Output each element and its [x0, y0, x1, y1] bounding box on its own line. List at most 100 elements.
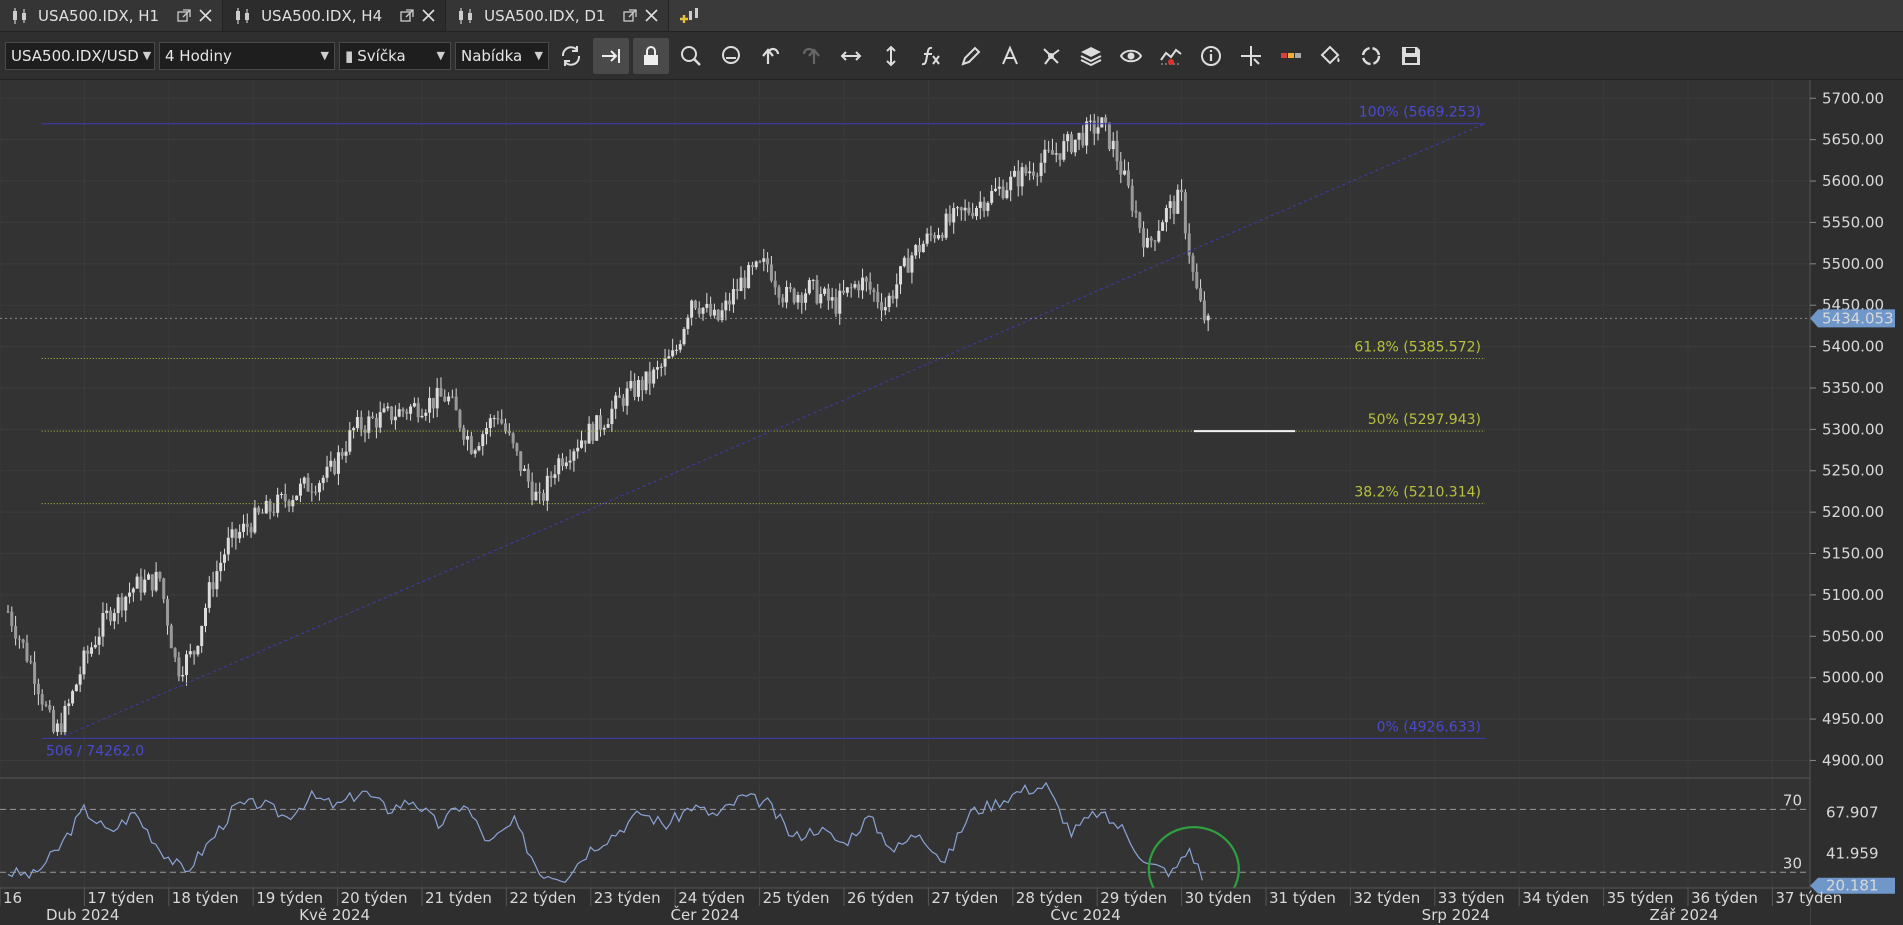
visibility-button[interactable]: [1113, 38, 1149, 74]
instrument-select[interactable]: USA500.IDX/USD ▼: [5, 41, 155, 70]
candle-body: [511, 433, 515, 444]
candle-body: [598, 415, 602, 430]
undo-button[interactable]: [753, 38, 789, 74]
candle-body: [1001, 186, 1005, 199]
chart-canvas[interactable]: 100% (5669.253) 61.8% (5385.572) 50% (5297…: [0, 80, 1903, 925]
candle-body: [974, 207, 978, 217]
alerts-button[interactable]: [1153, 38, 1189, 74]
add-chart-button[interactable]: [669, 0, 711, 31]
undock-icon[interactable]: [623, 8, 638, 23]
month-label: Zář 2024: [1650, 906, 1719, 924]
candle-body: [249, 527, 253, 533]
zoom-out-button[interactable]: [713, 38, 749, 74]
week-label: 22 týden: [509, 889, 576, 907]
price-side-select[interactable]: Nabídka ▼: [455, 41, 549, 70]
zoom-in-button[interactable]: [673, 38, 709, 74]
candle-body: [500, 419, 504, 424]
candle-body: [891, 295, 895, 299]
candle-body: [443, 396, 447, 402]
candle-body: [1024, 167, 1028, 174]
tab-usa500-h4[interactable]: USA500.IDX, H4: [223, 0, 447, 31]
candle-body: [918, 245, 922, 253]
undock-icon[interactable]: [177, 8, 191, 23]
close-icon[interactable]: [422, 9, 435, 22]
candle-body: [1183, 192, 1187, 234]
candle-body: [1172, 201, 1176, 214]
candle-body: [86, 650, 90, 654]
candle-body: [728, 300, 732, 305]
close-icon[interactable]: [645, 9, 659, 22]
trade-levels-button[interactable]: [1273, 38, 1309, 74]
current-price-label: 5434.053: [1822, 309, 1894, 327]
candle-body: [173, 648, 177, 658]
candle-body: [796, 294, 800, 303]
sync-button[interactable]: [1353, 38, 1389, 74]
candle-body: [921, 243, 925, 253]
candlestick-icon: [459, 7, 473, 24]
candle-body: [690, 300, 694, 318]
info-button[interactable]: [1193, 38, 1229, 74]
chart-area[interactable]: 100% (5669.253) 61.8% (5385.572) 50% (5297…: [0, 80, 1903, 925]
period-select[interactable]: 4 Hodiny ▼: [159, 41, 335, 70]
candle-body: [340, 452, 344, 456]
close-icon[interactable]: [199, 9, 212, 22]
save-button[interactable]: [1393, 38, 1429, 74]
tab-usa500-h1[interactable]: USA500.IDX, H1: [0, 0, 224, 31]
text-button[interactable]: [993, 38, 1029, 74]
price-axis[interactable]: 5700.005650.005600.005550.005500.005450.…: [1809, 80, 1903, 925]
fit-horizontal-button[interactable]: [833, 38, 869, 74]
candle-body: [14, 626, 18, 639]
candle-body: [71, 691, 75, 704]
tab-usa500-d1[interactable]: USA500.IDX, D1: [446, 0, 670, 31]
draw-button[interactable]: [953, 38, 989, 74]
candle-body: [21, 639, 25, 643]
candle-body: [55, 723, 59, 732]
candle-body: [526, 468, 530, 482]
candle-body: [986, 202, 990, 211]
candle-body: [257, 507, 261, 513]
redo-button[interactable]: [793, 38, 829, 74]
candle-body: [545, 475, 549, 501]
indicators-button[interactable]: [913, 38, 949, 74]
candle-body: [788, 286, 792, 289]
y-tick-label: 5700.00: [1822, 89, 1884, 107]
candle-body: [188, 651, 192, 655]
fib-level-label: 0% (4926.633): [1377, 719, 1481, 735]
shift-chart-button[interactable]: [593, 37, 629, 74]
candle-body: [697, 308, 701, 314]
candle-body: [260, 512, 264, 514]
candle-body: [211, 582, 215, 590]
candle-body: [815, 279, 819, 304]
objects-button[interactable]: [1033, 38, 1069, 74]
candle-body: [542, 493, 546, 501]
undock-icon[interactable]: [400, 8, 414, 23]
candle-body: [948, 213, 952, 223]
candle-body: [336, 452, 340, 474]
lock-button[interactable]: [633, 37, 669, 74]
candle-body: [1123, 170, 1127, 175]
candle-body: [272, 511, 276, 513]
week-label: 37 týden: [1775, 889, 1842, 907]
candle-body: [724, 300, 728, 311]
candle-body: [659, 366, 663, 368]
month-label: Kvě 2024: [299, 906, 370, 924]
chart-type-select[interactable]: ▮ Svíčka ▼: [339, 41, 451, 70]
chart-toolbar: USA500.IDX/USD ▼ 4 Hodiny ▼ ▮ Svíčka ▼ Nabíd…: [0, 32, 1903, 80]
sync-icon: [1361, 46, 1381, 65]
candle-body: [1199, 288, 1203, 301]
candle-body: [914, 245, 918, 256]
y-tick-label: 5150.00: [1822, 545, 1884, 563]
candle-body: [203, 607, 207, 626]
candle-body: [663, 358, 667, 367]
candle-body: [1145, 237, 1149, 248]
theme-button[interactable]: [1313, 38, 1349, 74]
text-icon: [1002, 45, 1018, 64]
fib-level-label: 100% (5669.253): [1359, 105, 1481, 121]
candle-body: [910, 255, 914, 273]
fit-vertical-button[interactable]: [873, 38, 909, 74]
layers-button[interactable]: [1073, 38, 1109, 74]
crosshair-button[interactable]: [1233, 38, 1269, 74]
refresh-button[interactable]: [553, 38, 589, 74]
week-label: 33 týden: [1438, 889, 1505, 907]
time-axis[interactable]: 16 17 týden 18 týden 19 týden 20 týden 21 týd…: [0, 887, 1842, 925]
